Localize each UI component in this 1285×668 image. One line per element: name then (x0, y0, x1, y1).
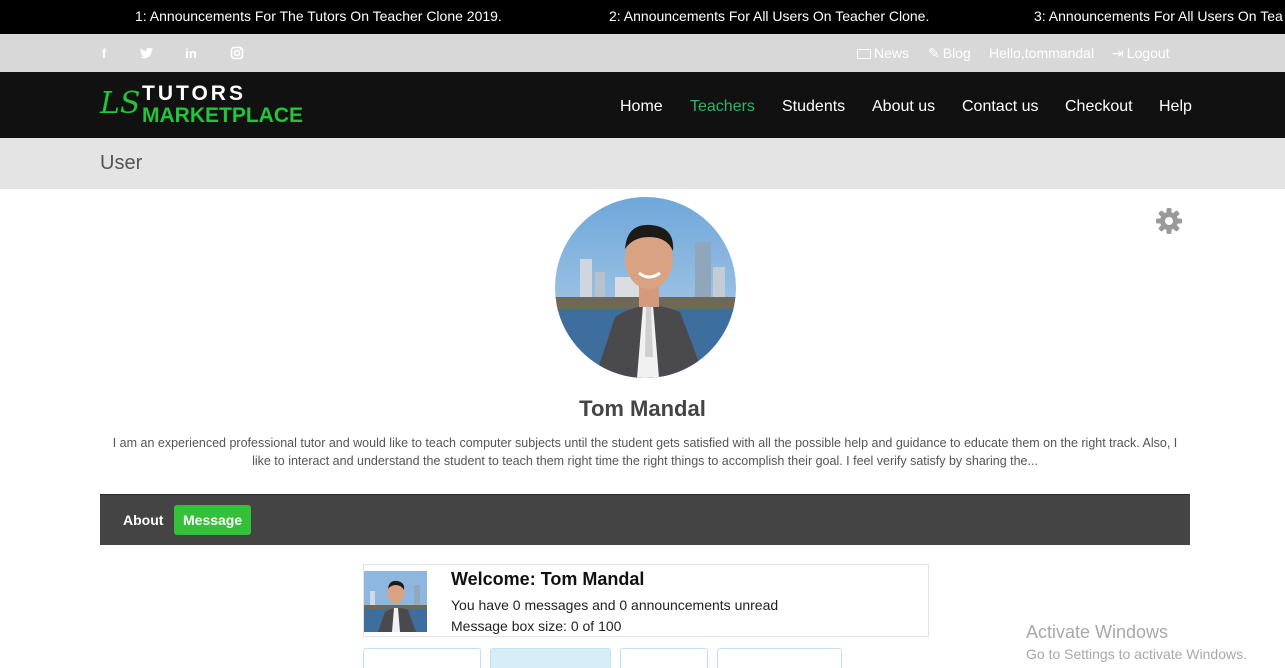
nav-students[interactable]: Students (782, 98, 845, 116)
newspaper-icon (857, 49, 871, 59)
subtab[interactable] (620, 648, 708, 668)
profile-name: Tom Mandal (579, 396, 706, 421)
user-thumbnail (364, 571, 427, 632)
ticker-item[interactable]: 3: Announcements For All Users On Tea (1034, 8, 1283, 24)
instagram-icon[interactable] (230, 46, 244, 60)
logo-mark: LS (100, 86, 141, 121)
pencil-icon: ✎ (928, 45, 940, 61)
page-header-bar: User (0, 138, 1285, 189)
subtab[interactable] (717, 648, 842, 668)
profile-avatar (555, 197, 736, 378)
facebook-icon[interactable]: f (97, 46, 111, 61)
welcome-title: Welcome: Tom Mandal (451, 569, 645, 589)
blog-label: Blog (942, 45, 971, 61)
logout-label: Logout (1126, 45, 1170, 61)
top-utility-bar: f in News ✎ Blog Hello,tommandal ⇥ Logout (0, 34, 1285, 72)
user-greeting[interactable]: Hello,tommandal (989, 45, 1094, 61)
nav-contact-us[interactable]: Contact us (962, 98, 1038, 116)
news-label: News (874, 45, 910, 61)
profile-tab-bar: About Message (100, 494, 1190, 545)
windows-activation-title: Activate Windows (1026, 622, 1169, 642)
active-subtab[interactable] (490, 648, 611, 668)
bio-line: I am an experienced professional tutor a… (112, 436, 1178, 450)
gear-icon[interactable] (1155, 207, 1183, 235)
news-link[interactable]: News (857, 45, 909, 61)
ticker-item[interactable]: 2: Announcements For All Users On Teache… (609, 8, 929, 24)
logo-line-1: TUTORS (142, 82, 246, 105)
nav-home[interactable]: Home (620, 98, 663, 116)
nav-teachers[interactable]: Teachers (690, 98, 755, 116)
linkedin-icon[interactable]: in (184, 46, 198, 61)
profile-bio: I am an experienced professional tutor a… (100, 434, 1190, 470)
announcement-ticker: 1: Announcements For The Tutors On Teach… (0, 0, 1285, 34)
nav-checkout[interactable]: Checkout (1065, 98, 1133, 116)
site-logo[interactable]: LS TUTORS MARKETPLACE (100, 80, 303, 130)
sign-out-icon: ⇥ (1112, 45, 1124, 61)
nav-about-us[interactable]: About us (872, 98, 935, 116)
tab-about[interactable]: About (123, 512, 163, 528)
bio-line: like to interact and understand the stud… (252, 454, 1038, 468)
nav-help[interactable]: Help (1159, 98, 1192, 116)
blog-link[interactable]: ✎ Blog (928, 45, 971, 62)
welcome-panel: Welcome: Tom Mandal You have 0 messages … (363, 564, 929, 637)
inbox-subtab[interactable] (363, 648, 481, 668)
page-title: User (100, 152, 143, 174)
tab-message[interactable]: Message (174, 505, 252, 535)
logout-link[interactable]: ⇥ Logout (1112, 45, 1170, 62)
message-box-size: Message box size: 0 of 100 (451, 618, 622, 634)
main-navbar: LS TUTORS MARKETPLACE Home Teachers Stud… (0, 72, 1285, 138)
logo-line-2: MARKETPLACE (142, 104, 303, 127)
ticker-item[interactable]: 1: Announcements For The Tutors On Teach… (135, 8, 502, 24)
twitter-icon[interactable] (140, 46, 154, 60)
unread-summary: You have 0 messages and 0 announcements … (451, 597, 779, 613)
